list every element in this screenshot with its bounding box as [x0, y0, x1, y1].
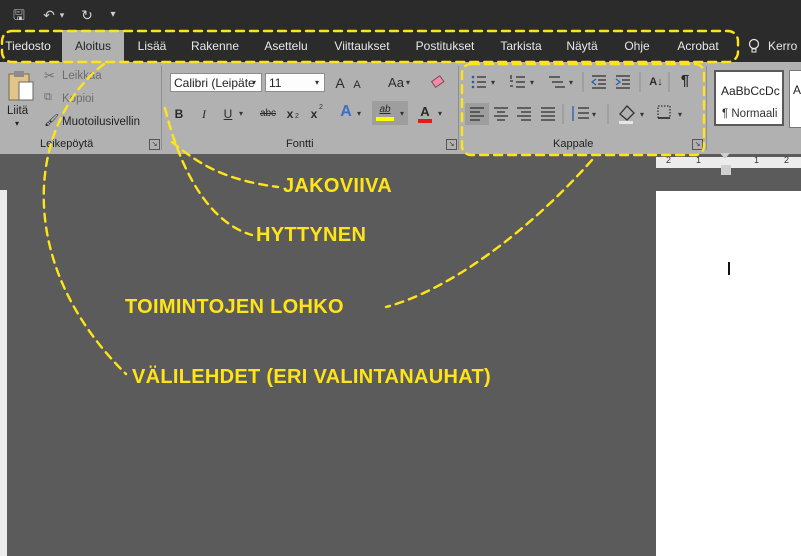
annotation-tabs: VÄLILEHDET (ERI VALINTANAUHAT) [132, 366, 491, 388]
divider-callout-line [170, 140, 280, 189]
tabs-highlight-frame [0, 29, 740, 64]
annotation-divider: JAKOVIIVA [283, 175, 393, 197]
cursor-callout-line [163, 106, 254, 237]
group-highlight-frame [460, 62, 706, 157]
annotation-lines [0, 29, 740, 376]
annotation-group: TOIMINTOJEN LOHKO [125, 296, 344, 318]
tabs-callout-line [42, 62, 128, 376]
group-callout-line [384, 158, 594, 309]
annotation-cursor: HYTTYNEN [256, 224, 367, 246]
